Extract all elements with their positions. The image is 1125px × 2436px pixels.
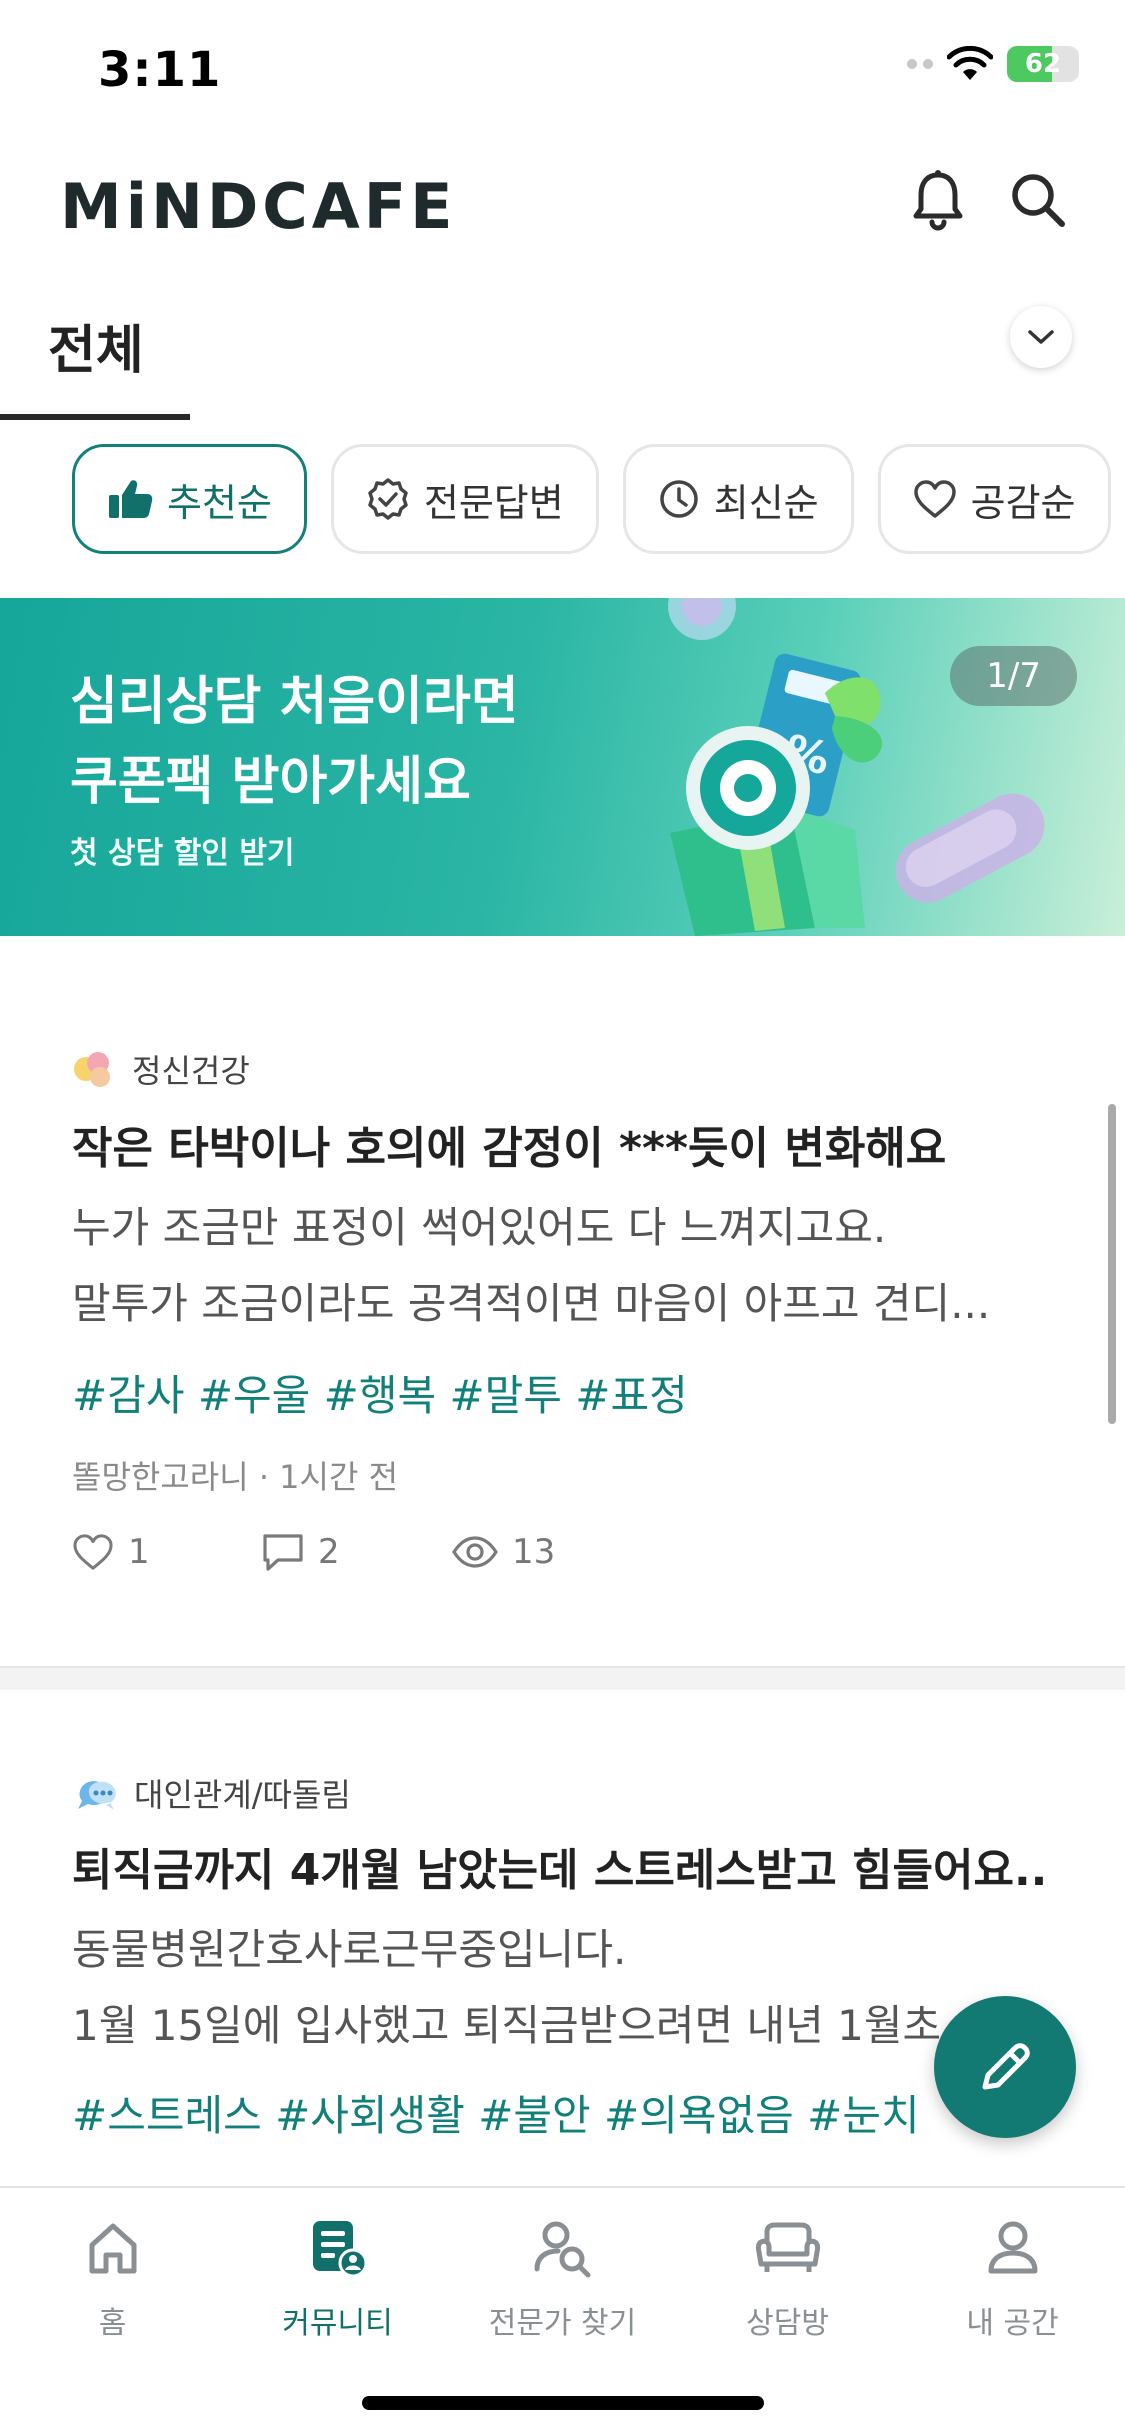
filter-expert-answer[interactable]: 전문답변 bbox=[330, 444, 599, 554]
post-author: 똘망한고라니 bbox=[72, 1458, 249, 1496]
nav-find-expert[interactable]: 전문가 찾기 bbox=[450, 2212, 675, 2342]
banner-subtitle: 첫 상담 할인 받기 bbox=[70, 836, 295, 871]
view-count: 13 bbox=[452, 1532, 642, 1572]
banner-title: 심리상담 처음이라면 쿠폰팩 받아가세요 bbox=[70, 662, 519, 822]
speech-bubble-icon bbox=[78, 1781, 116, 1810]
comment-icon bbox=[263, 1534, 303, 1571]
banner-title-line2: 쿠폰팩 받아가세요 bbox=[70, 752, 471, 812]
app-screen: 3:11 62 MiNDCAFE 전체 추천순 전문답변 최신순 공감순 심리상… bbox=[0, 0, 1125, 2436]
like-count-value: 1 bbox=[128, 1532, 150, 1572]
filter-label: 공감순 bbox=[970, 480, 1076, 525]
heart-icon bbox=[913, 480, 956, 518]
app-header: MiNDCAFE bbox=[0, 150, 1125, 260]
post-divider bbox=[0, 1666, 1125, 1690]
filter-label: 최신순 bbox=[713, 480, 819, 525]
chevron-down-icon bbox=[1028, 330, 1054, 344]
post-category: 대인관계/따돌림 bbox=[72, 1770, 351, 1816]
bell-icon bbox=[913, 170, 963, 231]
post-body-line: 누가 조금만 표정이 썩어있어도 다 느껴지고요. bbox=[72, 1203, 887, 1252]
filter-recommended[interactable]: 추천순 bbox=[72, 444, 307, 554]
filter-empathy[interactable]: 공감순 bbox=[877, 444, 1111, 554]
search-icon bbox=[1012, 174, 1065, 227]
nav-label: 상담방 bbox=[746, 2306, 829, 2341]
comment-count[interactable]: 2 bbox=[262, 1532, 452, 1572]
tab-underline bbox=[0, 414, 190, 420]
post-body: 누가 조금만 표정이 썩어있어도 다 느껴지고요. 말투가 조금이라도 공격적이… bbox=[72, 1190, 1052, 1342]
post-body-line: 말투가 조금이라도 공격적이면 마음이 아프고 견디... bbox=[72, 1279, 991, 1328]
community-icon bbox=[312, 2221, 367, 2278]
scrollbar[interactable] bbox=[1108, 1104, 1116, 1424]
post-category-label: 대인관계/따돌림 bbox=[134, 1776, 351, 1814]
nav-label: 홈 bbox=[98, 2306, 127, 2341]
person-icon bbox=[988, 2221, 1037, 2274]
home-indicator[interactable] bbox=[362, 2396, 764, 2410]
post-tags[interactable]: #스트레스 #사회생활 #불안 #의욕없음 #눈치 bbox=[72, 2082, 920, 2143]
expert-search-icon bbox=[534, 2221, 590, 2278]
post-title: 작은 타박이나 호의에 감정이 ***듯이 변화해요 bbox=[72, 1123, 947, 1174]
tab-all[interactable]: 전체 bbox=[48, 308, 144, 383]
sofa-icon bbox=[755, 2222, 820, 2272]
banner-page-counter: 1/7 bbox=[950, 646, 1077, 706]
filter-latest[interactable]: 최신순 bbox=[622, 444, 854, 554]
nav-label: 내 공간 bbox=[966, 2306, 1059, 2341]
like-count[interactable]: 1 bbox=[72, 1532, 262, 1572]
banner-title-line1: 심리상담 처음이라면 bbox=[70, 672, 519, 732]
nav-community[interactable]: 커뮤니티 bbox=[225, 2212, 450, 2342]
post-stats: 1 2 13 bbox=[72, 1532, 642, 1572]
pencil-icon bbox=[982, 2043, 1030, 2090]
write-post-button[interactable] bbox=[934, 1996, 1076, 2138]
meta-separator: · bbox=[258, 1458, 280, 1496]
battery-percent: 62 bbox=[1024, 49, 1062, 79]
sort-filters: 추천순 전문답변 최신순 공감순 bbox=[72, 444, 1125, 556]
post-category: 정신건강 bbox=[72, 1046, 250, 1092]
category-expand-button[interactable] bbox=[1010, 306, 1072, 368]
home-icon bbox=[89, 2223, 136, 2274]
post-time: 1시간 전 bbox=[279, 1458, 399, 1496]
post-meta: 똘망한고라니 · 1시간 전 bbox=[72, 1452, 398, 1498]
post-body: 동물병원간호사로근무중입니다. 1월 15일에 입사했고 퇴직금받으려면 내년 … bbox=[72, 1912, 1052, 2064]
search-button[interactable] bbox=[1002, 164, 1074, 236]
nav-my-space[interactable]: 내 공간 bbox=[900, 2212, 1125, 2342]
thumbs-up-icon bbox=[109, 480, 153, 518]
nav-counseling-room[interactable]: 상담방 bbox=[675, 2212, 900, 2342]
cellular-signal-icon bbox=[907, 59, 933, 69]
status-bar: 3:11 62 bbox=[0, 0, 1125, 140]
post-card[interactable]: 정신건강 작은 타박이나 호의에 감정이 ***듯이 변화해요 누가 조금만 표… bbox=[0, 1000, 1125, 1666]
nav-label: 전문가 찾기 bbox=[488, 2306, 637, 2341]
post-body-line: 동물병원간호사로근무중입니다. bbox=[72, 1925, 627, 1974]
comment-count-value: 2 bbox=[318, 1532, 340, 1572]
status-time: 3:11 bbox=[98, 42, 222, 98]
battery-icon: 62 bbox=[1007, 46, 1079, 82]
post-category-label: 정신건강 bbox=[132, 1052, 250, 1090]
app-logo: MiNDCAFE bbox=[60, 170, 457, 243]
post-title: 퇴직금까지 4개월 남았는데 스트레스받고 힘들어요.. bbox=[72, 1845, 1048, 1896]
view-count-value: 13 bbox=[512, 1532, 556, 1572]
category-tabs: 전체 bbox=[0, 290, 1125, 420]
post-tags[interactable]: #감사 #우울 #행복 #말투 #표정 bbox=[72, 1362, 688, 1423]
post-body-line: 1월 15일에 입사했고 퇴직금받으려면 내년 1월초 bbox=[72, 2001, 942, 2050]
wifi-icon bbox=[947, 46, 993, 80]
filter-label: 추천순 bbox=[167, 480, 272, 525]
filter-label: 전문답변 bbox=[423, 480, 564, 525]
nav-home[interactable]: 홈 bbox=[0, 2212, 225, 2342]
mental-health-icon bbox=[74, 1052, 110, 1087]
promo-banner[interactable]: 심리상담 처음이라면 쿠폰팩 받아가세요 첫 상담 할인 받기 % 1/7 bbox=[0, 598, 1125, 936]
clock-icon bbox=[659, 480, 698, 518]
nav-label: 커뮤니티 bbox=[282, 2306, 393, 2341]
heart-icon bbox=[73, 1534, 113, 1570]
eye-icon bbox=[452, 1536, 498, 1568]
status-indicators: 62 bbox=[907, 46, 1079, 82]
verified-badge-icon bbox=[368, 478, 408, 520]
notification-button[interactable] bbox=[902, 164, 974, 236]
